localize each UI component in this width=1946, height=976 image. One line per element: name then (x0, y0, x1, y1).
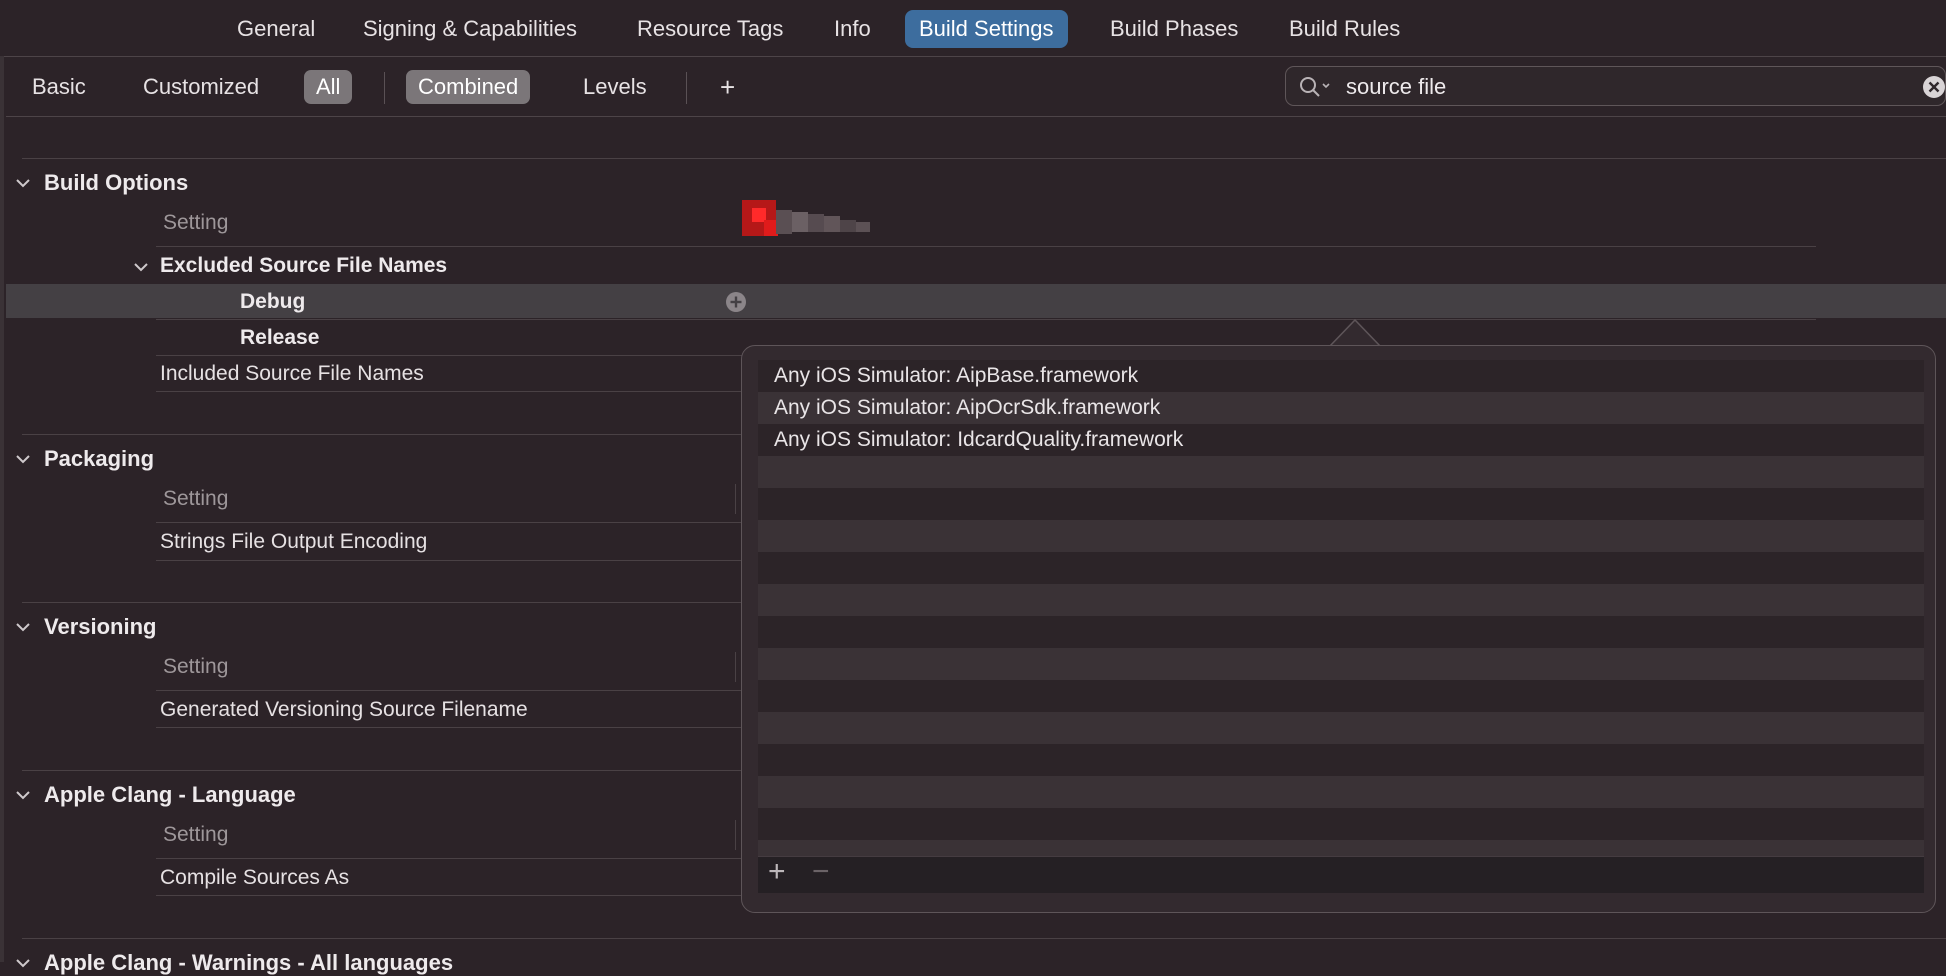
empty-row (758, 584, 1924, 616)
tab-info[interactable]: Info (820, 10, 885, 48)
divider (156, 690, 746, 691)
empty-row (758, 680, 1924, 712)
column-header-setting: Setting (163, 211, 229, 234)
empty-row (758, 616, 1924, 648)
popover-arrow (1330, 318, 1380, 347)
chevron-down-icon[interactable] (12, 448, 34, 470)
setting-release[interactable]: Release (240, 326, 319, 350)
column-header-setting: Setting (163, 655, 229, 678)
top-tab-bar: General Signing & Capabilities Resource … (0, 0, 1946, 57)
divider (156, 560, 746, 561)
section-title-packaging: Packaging (44, 446, 155, 471)
setting-generated-versioning-source-filename[interactable]: Generated Versioning Source Filename (160, 698, 528, 722)
tab-signing-capabilities[interactable]: Signing & Capabilities (349, 10, 591, 48)
divider (22, 434, 746, 435)
divider (22, 158, 1946, 159)
column-header-setting: Setting (163, 487, 229, 510)
divider (156, 355, 746, 356)
column-divider (735, 820, 736, 850)
filter-divider (384, 72, 385, 104)
section-title-apple-clang-language: Apple Clang - Language (44, 782, 296, 807)
value-list: Any iOS Simulator: AipBase.framework Any… (758, 360, 1924, 856)
empty-row (758, 808, 1924, 840)
search-icon[interactable] (1298, 75, 1334, 99)
section-title-versioning: Versioning (44, 614, 157, 639)
empty-row (758, 648, 1924, 680)
section-title-apple-clang-warnings: Apple Clang - Warnings - All languages (44, 950, 454, 975)
search-input[interactable] (1344, 71, 1868, 103)
setting-debug[interactable]: Debug (240, 290, 305, 314)
empty-row (758, 712, 1924, 744)
clear-icon[interactable] (1922, 75, 1946, 99)
empty-row (758, 456, 1924, 488)
empty-row (758, 840, 1924, 856)
filter-combined[interactable]: Combined (406, 70, 531, 104)
value-editor-popover: Any iOS Simulator: AipBase.framework Any… (741, 345, 1936, 913)
filter-all[interactable]: All (304, 70, 353, 104)
empty-row (758, 552, 1924, 584)
empty-row (758, 488, 1924, 520)
chevron-down-icon[interactable] (130, 256, 152, 278)
filter-customized[interactable]: Customized (131, 70, 271, 104)
section-title-build-options: Build Options (44, 170, 189, 195)
setting-strings-file-output-encoding[interactable]: Strings File Output Encoding (160, 530, 427, 554)
divider (156, 391, 746, 392)
filter-basic[interactable]: Basic (20, 70, 98, 104)
list-item[interactable]: Any iOS Simulator: AipBase.framework (758, 360, 1924, 392)
divider (22, 770, 746, 771)
empty-row (758, 744, 1924, 776)
setting-compile-sources-as[interactable]: Compile Sources As (160, 866, 349, 890)
add-setting-button[interactable]: + (708, 70, 747, 104)
divider (156, 319, 1816, 320)
column-header-setting: Setting (163, 823, 229, 846)
divider (22, 938, 1946, 939)
tab-general[interactable]: General (223, 10, 329, 48)
left-edge (0, 56, 4, 962)
tab-resource-tags[interactable]: Resource Tags (623, 10, 797, 48)
divider (156, 895, 746, 896)
tab-build-settings[interactable]: Build Settings (905, 10, 1068, 48)
add-circle-icon[interactable] (725, 291, 747, 313)
add-item-button[interactable]: + (768, 855, 786, 889)
setting-included-source-file-names[interactable]: Included Source File Names (160, 362, 424, 386)
empty-row (758, 520, 1924, 552)
filter-divider (686, 72, 687, 104)
list-item[interactable]: Any iOS Simulator: IdcardQuality.framewo… (758, 424, 1924, 456)
divider (156, 246, 1816, 247)
chevron-down-icon[interactable] (12, 952, 34, 974)
popover-footer: + − (758, 855, 1924, 893)
divider (156, 858, 746, 859)
column-divider (735, 484, 736, 514)
divider (22, 602, 746, 603)
chevron-down-icon[interactable] (12, 172, 34, 194)
divider (156, 727, 746, 728)
tab-build-rules[interactable]: Build Rules (1275, 10, 1414, 48)
pixelated-value (742, 200, 876, 236)
divider (156, 522, 746, 523)
remove-item-button[interactable]: − (812, 855, 830, 889)
search-field[interactable] (1285, 66, 1946, 106)
column-divider (735, 652, 736, 682)
chevron-down-icon[interactable] (12, 784, 34, 806)
chevron-down-icon[interactable] (12, 616, 34, 638)
list-item[interactable]: Any iOS Simulator: AipOcrSdk.framework (758, 392, 1924, 424)
tab-build-phases[interactable]: Build Phases (1096, 10, 1252, 48)
setting-excluded-source-file-names[interactable]: Excluded Source File Names (160, 254, 447, 278)
empty-row (758, 776, 1924, 808)
filter-levels[interactable]: Levels (571, 70, 659, 104)
